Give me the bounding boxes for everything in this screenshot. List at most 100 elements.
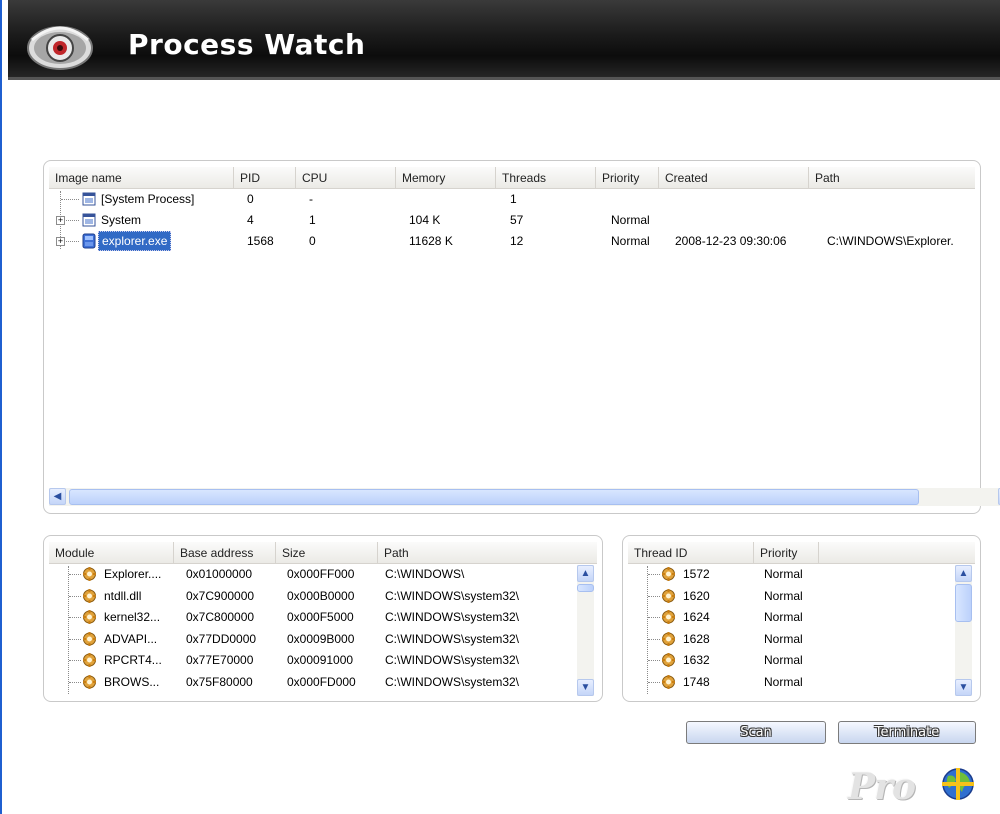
module-row[interactable]: ntdll.dll 0x7C900000 0x000B0000 C:\WINDOWS\… xyxy=(49,586,577,607)
module-size: 0x000FF000 xyxy=(287,567,355,581)
module-base-address: 0x01000000 xyxy=(186,567,253,581)
scan-button[interactable]: Scan xyxy=(686,721,826,744)
module-name: BROWS... xyxy=(104,674,160,689)
gear-module-icon xyxy=(83,653,96,667)
scroll-down-button[interactable]: ▼ xyxy=(577,679,594,696)
process-pid: 4 xyxy=(247,213,254,227)
tree-branch xyxy=(69,681,81,683)
module-row[interactable]: ADVAPI... 0x77DD0000 0x0009B000 C:\WINDOWS\… xyxy=(49,629,577,650)
column-module[interactable]: Module xyxy=(49,542,174,564)
gear-module-icon xyxy=(83,588,96,603)
thread-row[interactable]: 1632 Normal xyxy=(628,650,954,671)
thread-id: 1628 xyxy=(683,631,710,646)
module-row[interactable]: BROWS... 0x75F80000 0x000FD000 C:\WINDOWS\s… xyxy=(49,672,577,693)
process-cpu: 0 xyxy=(309,234,316,248)
scroll-up-button[interactable]: ▲ xyxy=(577,565,594,582)
tree-branch xyxy=(66,220,79,221)
module-path: C:\WINDOWS\system32\ xyxy=(385,588,520,603)
thread-row[interactable]: 1748 Normal xyxy=(628,672,954,693)
scroll-up-button[interactable]: ▲ xyxy=(955,565,972,582)
module-row[interactable]: Explorer.... 0x01000000 0x000FF000 C:\WINDO… xyxy=(49,564,577,585)
title-bar: Process Watch xyxy=(8,0,1000,80)
column-thread-priority[interactable]: Priority xyxy=(754,542,819,564)
process-cpu: 1 xyxy=(309,213,316,227)
tree-branch xyxy=(648,617,660,618)
tree-branch xyxy=(648,574,660,575)
column-module-path[interactable]: Path xyxy=(378,542,597,564)
process-row[interactable]: + System 4 1 104 K 57 Normal xyxy=(49,210,975,231)
module-row[interactable]: kernel32... 0x7C800000 0x000F5000 C:\WINDOW… xyxy=(49,607,577,628)
module-base-address: 0x77DD0000 xyxy=(186,631,257,646)
process-pid: 0 xyxy=(247,192,254,206)
column-pid[interactable]: PID xyxy=(234,167,296,189)
thread-priority: Normal xyxy=(764,631,803,646)
module-name: ntdll.dll xyxy=(104,588,142,603)
thread-row[interactable]: 1628 Normal xyxy=(628,629,954,650)
globe-icon xyxy=(942,768,974,800)
tree-branch xyxy=(648,595,660,597)
scroll-thumb[interactable] xyxy=(69,489,919,505)
process-path: C:\WINDOWS\Explorer. xyxy=(827,234,954,248)
column-size[interactable]: Size xyxy=(276,542,378,564)
scroll-left-button[interactable]: ◀ xyxy=(49,488,66,505)
column-priority[interactable]: Priority xyxy=(596,167,659,189)
expand-icon[interactable]: + xyxy=(56,237,65,246)
thread-priority: Normal xyxy=(764,674,803,689)
process-priority: Normal xyxy=(611,213,650,227)
process-memory: 11628 K xyxy=(409,234,453,248)
thread-list-panel: Thread ID Priority 1572 Normal 1620 Normal 1… xyxy=(622,535,981,702)
gear-thread-icon xyxy=(662,610,675,624)
column-created[interactable]: Created xyxy=(659,167,809,189)
module-size: 0x000FD000 xyxy=(287,674,356,689)
gear-thread-icon xyxy=(662,631,675,646)
thread-list-header: Thread ID Priority xyxy=(628,542,975,564)
module-name: kernel32... xyxy=(104,610,161,624)
eye-logo-icon xyxy=(27,26,93,70)
scroll-down-button[interactable]: ▼ xyxy=(955,679,972,696)
expand-icon[interactable]: + xyxy=(56,216,65,225)
module-name: ADVAPI... xyxy=(104,631,158,646)
process-memory: 104 K xyxy=(409,213,441,227)
thread-id: 1572 xyxy=(683,567,710,581)
column-threads[interactable]: Threads xyxy=(496,167,596,189)
gear-module-icon xyxy=(83,631,96,646)
thread-id: 1620 xyxy=(683,588,710,603)
column-image-name[interactable]: Image name xyxy=(49,167,234,189)
tree-branch xyxy=(69,638,81,640)
thread-row[interactable]: 1624 Normal xyxy=(628,607,954,628)
horizontal-scrollbar[interactable]: ◀ ▶ xyxy=(49,488,1000,506)
scroll-thumb[interactable] xyxy=(577,584,594,592)
column-base-address[interactable]: Base address xyxy=(174,542,276,564)
gear-thread-icon xyxy=(662,567,675,581)
process-pid: 1568 xyxy=(247,234,274,248)
module-row[interactable]: RPCRT4... 0x77E70000 0x00091000 C:\WINDOWS\… xyxy=(49,650,577,671)
tree-branch xyxy=(66,241,79,242)
tree-branch xyxy=(69,617,81,618)
column-path[interactable]: Path xyxy=(809,167,975,189)
process-name: explorer.exe xyxy=(98,231,172,251)
column-cpu[interactable]: CPU xyxy=(296,167,396,189)
scroll-thumb[interactable] xyxy=(955,584,972,622)
process-threads: 57 xyxy=(510,213,524,227)
module-base-address: 0x77E70000 xyxy=(186,653,254,667)
thread-priority: Normal xyxy=(764,567,803,581)
column-empty xyxy=(819,542,975,564)
gear-thread-icon xyxy=(662,653,675,667)
thread-id: 1632 xyxy=(683,653,710,667)
column-thread-id[interactable]: Thread ID xyxy=(628,542,754,564)
process-row-selected[interactable]: + explorer.exe 1568 0 11628 K 12 Normal … xyxy=(49,231,975,252)
module-base-address: 0x7C900000 xyxy=(186,588,255,603)
process-path xyxy=(827,210,975,231)
process-row[interactable]: [System Process] 0 - 1 xyxy=(49,189,975,210)
thread-vertical-scrollbar[interactable]: ▲ ▼ xyxy=(955,565,972,696)
thread-priority: Normal xyxy=(764,653,803,667)
module-vertical-scrollbar[interactable]: ▲ ▼ xyxy=(577,565,594,696)
terminate-button[interactable]: Terminate xyxy=(838,721,976,744)
thread-row[interactable]: 1620 Normal xyxy=(628,586,954,607)
process-threads: 12 xyxy=(510,234,524,248)
gear-module-icon xyxy=(83,610,96,624)
column-memory[interactable]: Memory xyxy=(396,167,496,189)
thread-id: 1748 xyxy=(683,674,710,689)
thread-row[interactable]: 1572 Normal xyxy=(628,564,954,585)
process-cpu: - xyxy=(309,192,313,206)
